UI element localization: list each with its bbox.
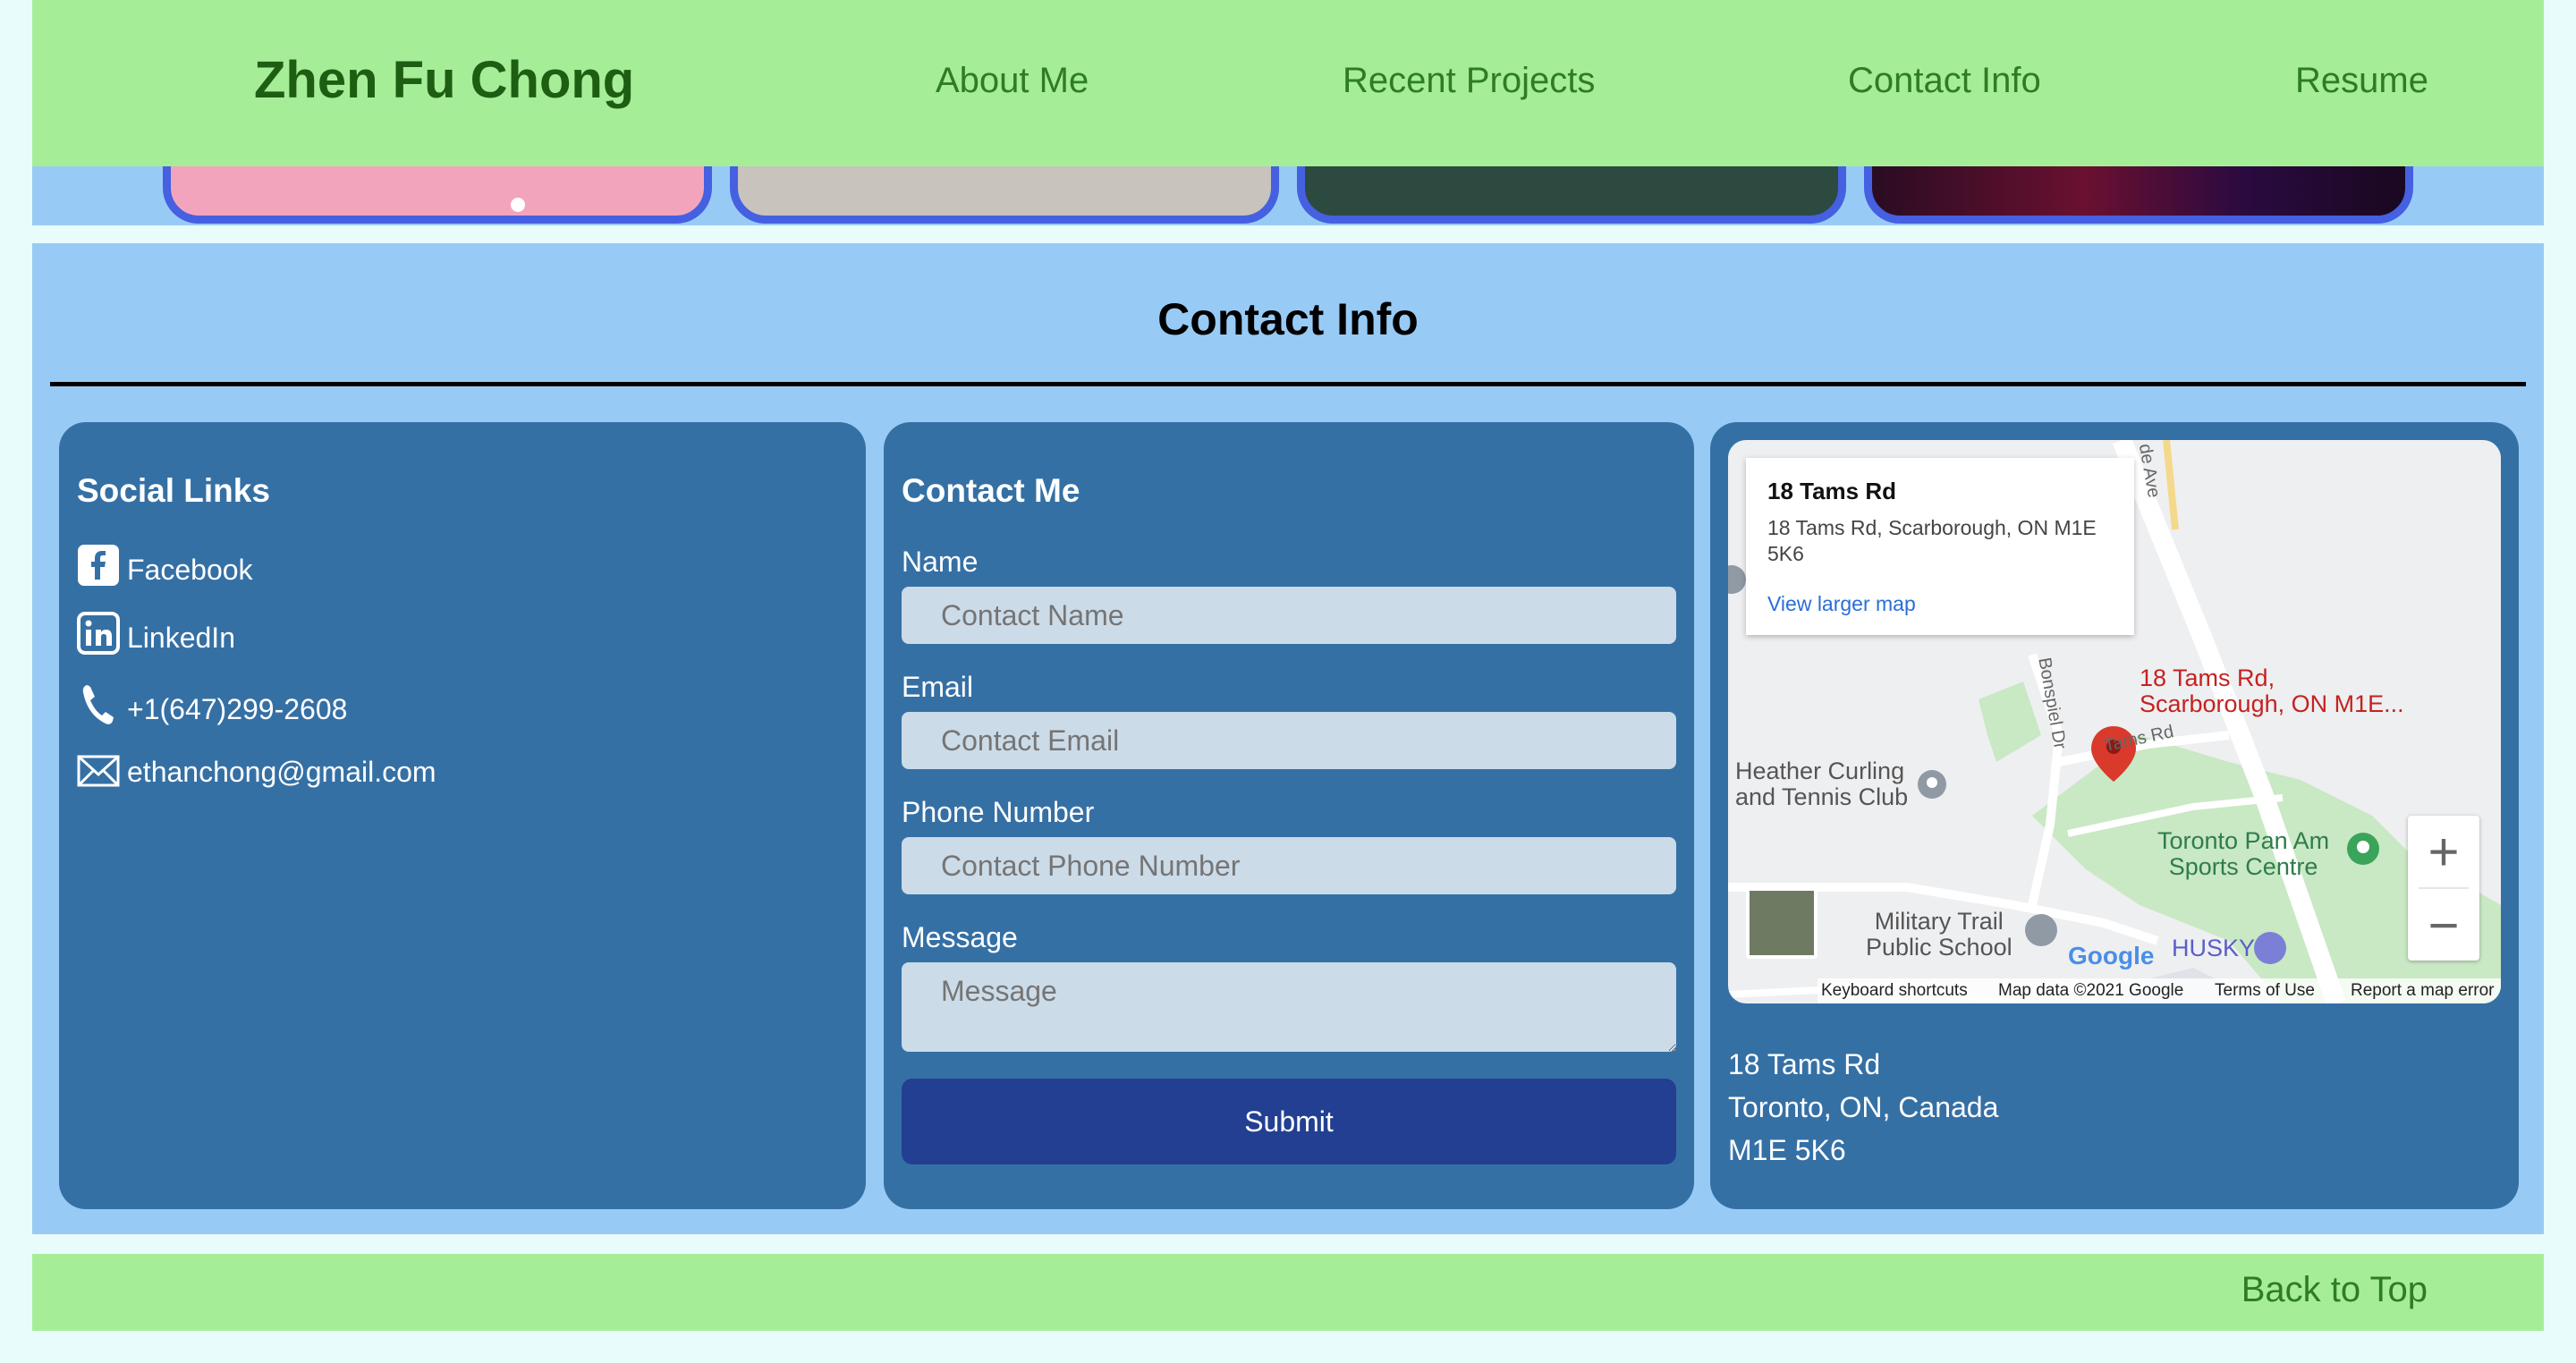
phone-label: +1(647)299-2608: [127, 693, 348, 725]
nav-about-me[interactable]: About Me: [936, 61, 1089, 101]
submit-button[interactable]: Submit: [902, 1079, 1676, 1164]
zoom-controls: + −: [2408, 816, 2479, 961]
contact-form-panel: Contact Me Name Email Phone Number Messa…: [884, 422, 1694, 1209]
section-divider: [50, 382, 2526, 386]
name-label: Name: [902, 546, 979, 578]
address-line-city: Toronto, ON, Canada: [1728, 1091, 1999, 1123]
phone-link[interactable]: +1(647)299-2608: [77, 682, 347, 726]
linkedin-link[interactable]: LinkedIn: [77, 612, 235, 655]
back-to-top-link[interactable]: Back to Top: [2241, 1270, 2428, 1310]
site-header: Zhen Fu Chong About Me Recent Projects C…: [32, 0, 2544, 166]
map-poi-school[interactable]: Military Trail Public School: [1866, 909, 2012, 961]
email-label: ethanchong@gmail.com: [127, 756, 436, 788]
email-link[interactable]: ethanchong@gmail.com: [77, 753, 436, 789]
map-poi-panam[interactable]: Toronto Pan Am Sports Centre: [2157, 828, 2329, 880]
google-map[interactable]: 18 Tams Rd 18 Tams Rd, Scarborough, ON M…: [1728, 440, 2501, 1003]
message-textarea[interactable]: [902, 962, 1676, 1052]
section-title: Contact Info: [1157, 294, 1419, 344]
facebook-link[interactable]: Facebook: [77, 544, 253, 587]
nav-contact-info[interactable]: Contact Info: [1848, 61, 2041, 101]
facebook-label: Facebook: [127, 554, 253, 586]
message-label: Message: [902, 921, 1018, 953]
project-thumb-detail: [511, 198, 525, 212]
name-input[interactable]: [902, 587, 1676, 644]
email-input[interactable]: [902, 712, 1676, 769]
google-logo: Google: [2068, 942, 2155, 969]
map-attribution-bar: Keyboard shortcuts Map data ©2021 Google…: [1818, 978, 2501, 1003]
map-info-card: 18 Tams Rd 18 Tams Rd, Scarborough, ON M…: [1746, 458, 2134, 635]
contact-section: Contact Info Social Links Facebook Linke…: [32, 243, 2544, 1234]
map-card-address: 18 Tams Rd, Scarborough, ON M1E 5K6: [1767, 516, 2097, 565]
satellite-toggle-button[interactable]: [1746, 887, 1818, 959]
facebook-icon: [78, 545, 119, 586]
keyboard-shortcuts-link[interactable]: Keyboard shortcuts: [1821, 981, 1968, 1001]
phone-number-label: Phone Number: [902, 796, 1095, 828]
email-field-label: Email: [902, 671, 974, 703]
projects-strip: [32, 89, 2544, 225]
address-line-street: 18 Tams Rd: [1728, 1048, 1881, 1080]
report-map-error-link[interactable]: Report a map error: [2351, 981, 2495, 1001]
zoom-out-button[interactable]: −: [2408, 889, 2479, 961]
map-poi-curling[interactable]: Heather Curling and Tennis Club: [1735, 758, 1908, 810]
map-data-label: Map data ©2021 Google: [1998, 981, 2184, 1000]
site-logo[interactable]: Zhen Fu Chong: [254, 50, 634, 110]
linkedin-icon: [77, 612, 120, 655]
map-pin-label[interactable]: 18 Tams Rd, Scarborough, ON M1E...: [2140, 665, 2404, 717]
mail-icon: [77, 755, 120, 787]
zoom-in-button[interactable]: +: [2408, 816, 2479, 887]
map-poi-husky[interactable]: HUSKY: [2172, 935, 2255, 961]
contact-me-heading: Contact Me: [902, 472, 1080, 509]
site-footer: Back to Top: [32, 1254, 2544, 1331]
map-card-title: 18 Tams Rd: [1767, 478, 1897, 504]
location-panel: 18 Tams Rd 18 Tams Rd, Scarborough, ON M…: [1710, 422, 2519, 1209]
phone-input[interactable]: [902, 837, 1676, 894]
phone-icon: [82, 685, 114, 724]
view-larger-map-link[interactable]: View larger map: [1767, 592, 1916, 616]
nav-recent-projects[interactable]: Recent Projects: [1343, 61, 1595, 101]
nav-resume[interactable]: Resume: [2295, 61, 2428, 101]
terms-of-use-link[interactable]: Terms of Use: [2215, 981, 2315, 1001]
linkedin-label: LinkedIn: [127, 622, 235, 654]
social-links-heading: Social Links: [77, 472, 270, 509]
address-line-postal: M1E 5K6: [1728, 1134, 1846, 1166]
social-links-panel: Social Links Facebook LinkedIn +1(647)29…: [59, 422, 866, 1209]
